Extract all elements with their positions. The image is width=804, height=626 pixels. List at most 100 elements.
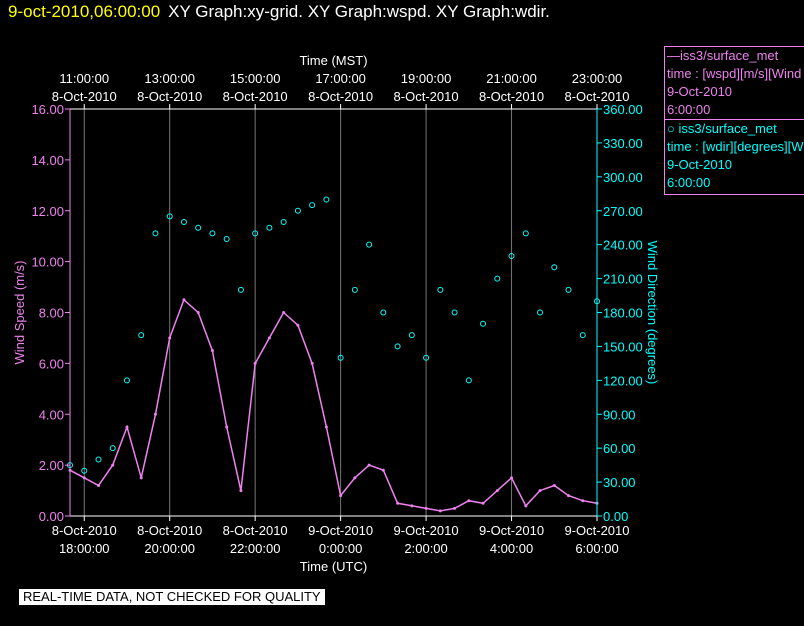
wspd-line bbox=[69, 298, 598, 512]
wdir-point bbox=[209, 230, 216, 237]
wspd-point bbox=[453, 506, 457, 510]
wspd-point bbox=[153, 412, 157, 416]
wdir-point bbox=[109, 445, 116, 452]
bottom-tick-date: 9-Oct-2010 bbox=[479, 523, 544, 538]
right-tick-label: 60.00 bbox=[603, 441, 636, 456]
wspd-point bbox=[495, 489, 499, 493]
top-tick-time: 15:00:00 bbox=[230, 71, 281, 86]
wdir-point bbox=[465, 377, 472, 384]
left-tick-label: 4.00 bbox=[39, 407, 64, 422]
bottom-tick-time: 2:00:00 bbox=[404, 541, 447, 556]
left-tick-label: 8.00 bbox=[39, 306, 64, 321]
right-tick-label: 180.00 bbox=[603, 306, 643, 321]
wdir-point bbox=[123, 377, 130, 384]
wspd-point bbox=[381, 468, 385, 472]
bottom-tick-date: 9-Oct-2010 bbox=[394, 523, 459, 538]
left-tick-label: 12.00 bbox=[31, 204, 64, 219]
wdir-point bbox=[579, 332, 586, 339]
wspd-point bbox=[139, 476, 143, 480]
right-tick-label: 270.00 bbox=[603, 204, 643, 219]
left-tick-label: 14.00 bbox=[31, 153, 64, 168]
legend-wind-speed: —iss3/surface_met time : [wspd][m/s][Win… bbox=[664, 46, 804, 120]
legend-wind-direction: ○ iss3/surface_met time : [wdir][degrees… bbox=[664, 119, 804, 195]
wspd-point bbox=[111, 463, 115, 467]
top-tick-date: 8-Oct-2010 bbox=[479, 89, 544, 104]
wspd-point bbox=[96, 483, 100, 487]
right-tick-label: 360.00 bbox=[603, 102, 643, 117]
wspd-point bbox=[552, 483, 556, 487]
wdir-point bbox=[537, 309, 544, 316]
left-tick-label: 0.00 bbox=[39, 509, 64, 524]
wdir-point bbox=[294, 207, 301, 214]
wspd-point bbox=[410, 504, 414, 508]
wdir-point bbox=[266, 224, 273, 231]
right-tick-label: 0.00 bbox=[603, 509, 628, 524]
wdir-point bbox=[323, 196, 330, 203]
bottom-tick-date: 8-Oct-2010 bbox=[137, 523, 202, 538]
wspd-point bbox=[510, 476, 514, 480]
wspd-point bbox=[538, 489, 542, 493]
legend-direction-variable: time : [wdir][degrees][W bbox=[667, 139, 804, 154]
top-tick-date: 8-Oct-2010 bbox=[564, 89, 629, 104]
wspd-point bbox=[210, 349, 214, 353]
legend-speed-date: 9-Oct-2010 bbox=[667, 84, 733, 99]
wspd-point bbox=[567, 494, 571, 498]
wspd-point bbox=[310, 361, 314, 365]
wspd-point bbox=[481, 501, 485, 505]
wdir-point bbox=[565, 286, 572, 293]
wspd-point bbox=[182, 298, 186, 302]
top-tick-time: 21:00:00 bbox=[486, 71, 537, 86]
wspd-point bbox=[467, 499, 471, 503]
left-tick-label: 6.00 bbox=[39, 356, 64, 371]
legend-direction-date: 9-Oct-2010 bbox=[667, 157, 733, 172]
wdir-point bbox=[195, 224, 202, 231]
left-tick-label: 10.00 bbox=[31, 255, 64, 270]
wdir-point bbox=[180, 219, 187, 226]
top-tick-time: 11:00:00 bbox=[59, 71, 109, 86]
top-axis-title: Time (MST) bbox=[299, 53, 367, 68]
bottom-tick-date: 8-Oct-2010 bbox=[52, 523, 117, 538]
wspd-point bbox=[324, 425, 328, 429]
wspd-point bbox=[225, 425, 229, 429]
wspd-point bbox=[367, 463, 371, 467]
wspd-point bbox=[239, 489, 243, 493]
wdir-point bbox=[480, 320, 487, 327]
legend-speed-source: —iss3/surface_met bbox=[667, 48, 779, 63]
right-tick-label: 90.00 bbox=[603, 407, 636, 422]
legend-direction-source: ○ iss3/surface_met bbox=[667, 121, 777, 136]
bottom-tick-date: 9-Oct-2010 bbox=[308, 523, 373, 538]
plot-frame bbox=[69, 108, 598, 517]
bottom-tick-time: 6:00:00 bbox=[575, 541, 618, 556]
bottom-axis-title: Time (UTC) bbox=[300, 559, 367, 574]
bottom-tick-time: 20:00:00 bbox=[144, 541, 195, 556]
top-tick-date: 8-Oct-2010 bbox=[223, 89, 288, 104]
right-tick-label: 330.00 bbox=[603, 136, 643, 151]
bottom-tick-time: 4:00:00 bbox=[490, 541, 533, 556]
right-axis-title: Wind Direction (degrees) bbox=[645, 241, 660, 385]
wdir-point bbox=[437, 286, 444, 293]
wdir-point bbox=[309, 202, 316, 209]
wdir-point bbox=[95, 456, 102, 463]
left-axis-title: Wind Speed (m/s) bbox=[12, 260, 27, 364]
legend-speed-variable: time : [wspd][m/s][Wind bbox=[667, 66, 802, 81]
right-tick-label: 300.00 bbox=[603, 170, 643, 185]
wdir-point bbox=[451, 309, 458, 316]
wspd-point bbox=[125, 425, 129, 429]
wdir-point bbox=[152, 230, 159, 237]
bottom-tick-date: 9-Oct-2010 bbox=[564, 523, 629, 538]
wdir-point bbox=[223, 236, 230, 243]
wdir-point bbox=[366, 241, 373, 248]
wspd-point bbox=[196, 311, 200, 314]
wspd-point bbox=[296, 323, 300, 327]
wspd-point bbox=[282, 311, 286, 314]
right-tick-label: 30.00 bbox=[603, 475, 636, 490]
quality-note: REAL-TIME DATA, NOT CHECKED FOR QUALITY bbox=[19, 589, 325, 605]
left-tick-label: 2.00 bbox=[39, 458, 64, 473]
wspd-point bbox=[353, 476, 357, 480]
wdir-point bbox=[380, 309, 387, 316]
wspd-point bbox=[524, 504, 528, 508]
wspd-point bbox=[581, 499, 585, 503]
wspd-point bbox=[82, 476, 86, 480]
legend-speed-time: 6:00:00 bbox=[667, 102, 711, 117]
top-tick-time: 19:00:00 bbox=[401, 71, 452, 86]
